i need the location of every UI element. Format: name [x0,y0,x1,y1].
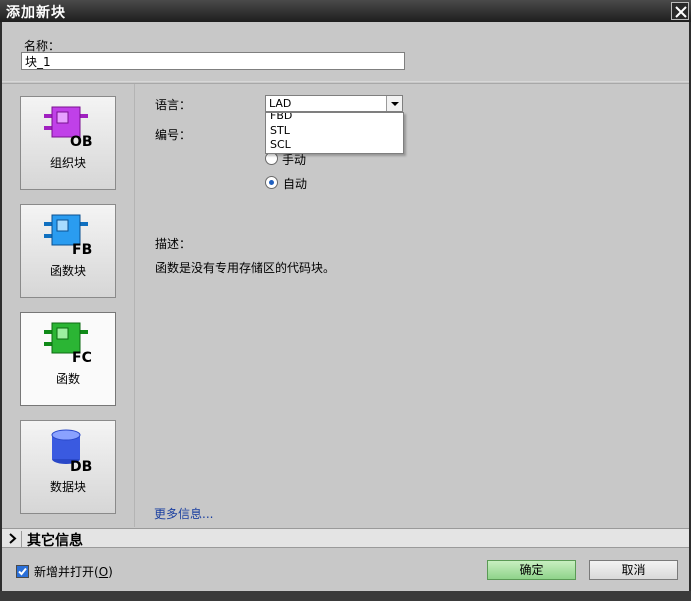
language-select[interactable]: LAD [265,95,403,112]
add-and-open-suffix: ) [108,565,113,579]
add-and-open-text: 新增并打开( [34,565,99,579]
block-type-label: 函数 [55,372,80,386]
block-type-label: 函数块 [49,264,86,278]
data-block-icon: DB [51,429,92,473]
block-type-fb-button[interactable]: FB 函数块 [20,204,116,298]
language-value: LAD [269,97,292,110]
language-dropdown-list: FBD STL SCL [265,112,404,154]
language-option-stl[interactable]: STL [270,124,290,137]
description-text: 函数是没有专用存储区的代码块。 [155,261,336,275]
title-bar: 添加新块 [0,0,691,22]
more-info-link[interactable]: 更多信息... [154,505,213,522]
name-input[interactable] [21,52,405,70]
function-icon: FC [44,322,92,365]
language-label: 语言： [155,98,192,112]
cancel-button[interactable]: 取消 [589,560,678,580]
organization-block-icon: OB [44,106,93,149]
svg-text:FC: FC [72,350,92,365]
dropdown-arrow-button[interactable] [386,96,402,111]
name-section: 名称： [2,22,689,82]
ok-button[interactable]: 确定 [487,560,576,580]
radio-selected-dot [269,180,274,185]
function-block-icon: FB [44,214,92,257]
number-label: 编号： [155,128,192,142]
radio-auto-label[interactable]: 自动 [283,175,307,192]
block-type-panel: OB 组织块 FB 函数块 FC 函数 DB 数据块 [2,84,134,528]
radio-auto[interactable] [265,176,278,189]
block-type-db-button[interactable]: DB 数据块 [20,420,116,514]
chevron-right-icon[interactable] [8,532,17,545]
svg-text:OB: OB [70,134,93,149]
language-option-fbd[interactable]: FBD [270,113,292,122]
block-type-label: 组织块 [49,156,86,170]
add-and-open-checkbox[interactable] [16,565,29,578]
block-type-ob-button[interactable]: OB 组织块 [20,96,116,190]
other-info-label: 其它信息 [27,533,83,549]
other-info-section[interactable]: 其它信息 [2,528,689,549]
bottom-border [0,591,691,601]
svg-text:DB: DB [70,459,92,473]
chevron-down-icon [391,102,399,106]
svg-text:FB: FB [72,242,92,257]
description-label: 描述： [155,237,192,251]
language-option-scl[interactable]: SCL [270,138,291,151]
add-and-open-label[interactable]: 新增并打开(O) [34,563,113,580]
add-and-open-hotkey: O [98,565,109,579]
close-icon [675,6,687,18]
panel-divider [134,84,135,527]
block-type-fc-button[interactable]: FC 函数 [20,312,116,406]
dialog-footer: 新增并打开(O) 确定 取消 [2,549,689,589]
block-type-label: 数据块 [49,480,86,494]
separator [21,531,22,547]
checkmark-icon [17,566,28,577]
close-button[interactable] [671,2,689,20]
window-title: 添加新块 [6,5,66,21]
